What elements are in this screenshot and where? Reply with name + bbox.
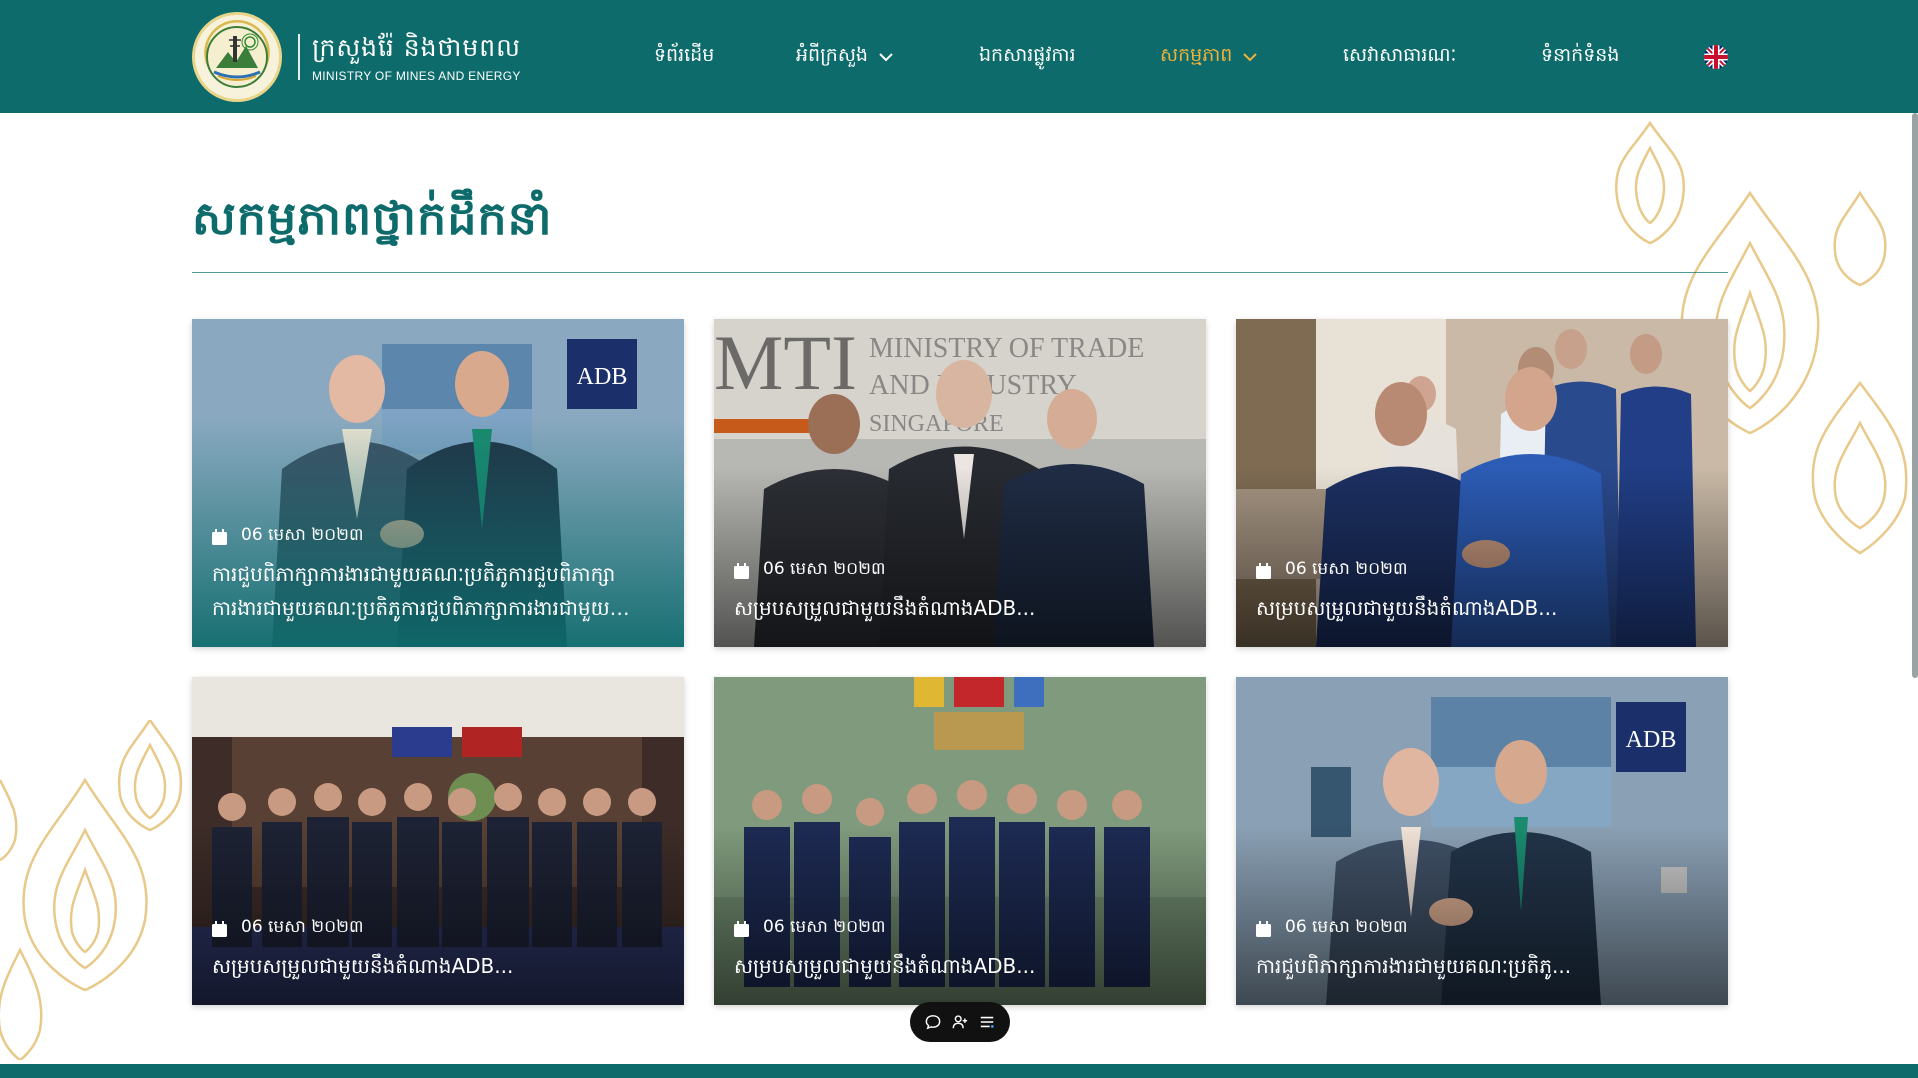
uk-flag-icon[interactable] [1704, 45, 1728, 69]
card-meta: 06 មេសា ២០២៣ សម្របសម្រួលជាមួយនឹងតំណាងADB… [734, 558, 1186, 625]
chevron-down-icon [1243, 53, 1258, 62]
card-date: 06 មេសា ២០២៣ [1256, 558, 1708, 583]
news-card[interactable]: MTI MINISTRY OF TRADE AND INDUSTRY SINGA… [714, 319, 1206, 647]
calendar-icon [734, 562, 749, 579]
card-date-text: 06 មេសា ២០២៣ [763, 559, 886, 579]
nav-activities-label: សកម្មភាព [1160, 44, 1233, 66]
news-card[interactable]: ADB 06 មេសា ២០២៣ ការជួបពិភាក្សាការងារជាម… [192, 319, 684, 647]
card-date: 06 មេសា ២០២៣ [212, 916, 664, 941]
news-card[interactable]: ADB 06 មេសា ២០២៣ ការជួបពិភាក្សាការងារជាម… [1236, 677, 1728, 1005]
nav-activities[interactable]: សកម្មភាព [1160, 43, 1258, 71]
logo-title-kh: ក្រសួងរ៉ែ និងថាមពល [312, 33, 521, 62]
nav-documents[interactable]: ឯកសារផ្លូវការ [979, 43, 1075, 71]
card-title[interactable]: សម្របសម្រួលជាមួយនឹងតំណាងADB... [734, 949, 1186, 983]
card-date: 06 មេសា ២០២៣ [734, 558, 1186, 583]
logo-title-en: MINISTRY OF MINES AND ENERGY [312, 69, 521, 83]
logo-text: ក្រសួងរ៉ែ និងថាមពល MINISTRY OF MINES AND… [312, 31, 521, 83]
calendar-icon [1256, 562, 1271, 579]
nav-contact-label: ទំនាក់ទំនង [1541, 44, 1620, 66]
nav-about-label: អំពីក្រសួង [796, 44, 868, 66]
calendar-icon [212, 528, 227, 545]
card-date: 06 មេសា ២០២៣ [1256, 916, 1708, 941]
card-meta: 06 មេសា ២០២៣ សម្របសម្រួលជាមួយនឹងតំណាងADB… [734, 916, 1186, 983]
menu-list-icon[interactable] [978, 1013, 996, 1031]
site-header: ក្រសួងរ៉ែ និងថាមពល MINISTRY OF MINES AND… [0, 0, 1918, 113]
card-meta: 06 មេសា ២០២៣ សម្របសម្រួលជាមួយនឹងតំណាងADB… [212, 916, 664, 983]
card-date-text: 06 មេសា ២០២៣ [1285, 917, 1408, 937]
news-card[interactable]: 06 មេសា ២០២៣ សម្របសម្រួលជាមួយនឹងតំណាងADB… [1236, 319, 1728, 647]
card-title[interactable]: ការជួបពិភាក្សាការងារជាមួយគណៈប្រតិភូការជួ… [212, 557, 664, 625]
nav-about[interactable]: អំពីក្រសួង [796, 43, 894, 71]
card-date: 06 មេសា ២០២៣ [734, 916, 1186, 941]
calendar-icon [734, 920, 749, 937]
card-title[interactable]: ការជួបពិភាក្សាការងារជាមួយគណៈប្រតិភូ... [1256, 949, 1708, 983]
nav-contact[interactable]: ទំនាក់ទំនង [1541, 43, 1619, 71]
card-date-text: 06 មេសា ២០២៣ [763, 917, 886, 937]
site-logo[interactable]: ក្រសួងរ៉ែ និងថាមពល MINISTRY OF MINES AND… [192, 12, 521, 102]
card-date-text: 06 មេសា ២០២៣ [1285, 559, 1408, 579]
card-meta: 06 មេសា ២០២៣ ការជួបពិភាក្សាការងារជាមួយគណ… [212, 524, 664, 625]
user-add-icon[interactable] [951, 1013, 969, 1031]
card-date-text: 06 មេសា ២០២៣ [241, 917, 364, 937]
card-date: 06 មេសា ២០២៣ [212, 524, 664, 549]
card-title[interactable]: សម្របសម្រួលជាមួយនឹងតំណាងADB... [212, 949, 664, 983]
chat-icon[interactable] [924, 1013, 942, 1031]
card-date-text: 06 មេសា ២០២៣ [241, 525, 364, 545]
card-meta: 06 មេសា ២០២៣ ការជួបពិភាក្សាការងារជាមួយគណ… [1256, 916, 1708, 983]
logo-divider [298, 34, 300, 80]
ministry-seal-icon [192, 12, 282, 102]
nav-home[interactable]: ទំព័រដើម [654, 43, 714, 71]
card-meta: 06 មេសា ២០២៣ សម្របសម្រួលជាមួយនឹងតំណាងADB… [1256, 558, 1708, 625]
card-title[interactable]: សម្របសម្រួលជាមួយនឹងតំណាងADB... [1256, 591, 1708, 625]
chevron-down-icon [879, 53, 893, 62]
floating-toolbar [910, 1002, 1010, 1042]
calendar-icon [212, 920, 227, 937]
nav-public-services-label: សេវាសាធារណៈ [1343, 44, 1457, 66]
page-title: សកម្មភាពថ្នាក់ដឹកនាំ [192, 191, 553, 245]
calendar-icon [1256, 920, 1271, 937]
title-divider [192, 272, 1728, 273]
page-scrollbar[interactable] [1912, 113, 1918, 678]
card-title[interactable]: សម្របសម្រួលជាមួយនឹងតំណាងADB... [734, 591, 1186, 625]
nav-public-services[interactable]: សេវាសាធារណៈ [1343, 43, 1456, 71]
nav-documents-label: ឯកសារផ្លូវការ [979, 44, 1076, 66]
footer-strip [0, 1064, 1918, 1078]
news-card[interactable]: 06 មេសា ២០២៣ សម្របសម្រួលជាមួយនឹងតំណាងADB… [192, 677, 684, 1005]
news-card[interactable]: 06 មេសា ២០២៣ សម្របសម្រួលជាមួយនឹងតំណាងADB… [714, 677, 1206, 1005]
lotus-ornament-left [0, 720, 183, 1060]
nav-home-label: ទំព័រដើម [654, 44, 715, 66]
